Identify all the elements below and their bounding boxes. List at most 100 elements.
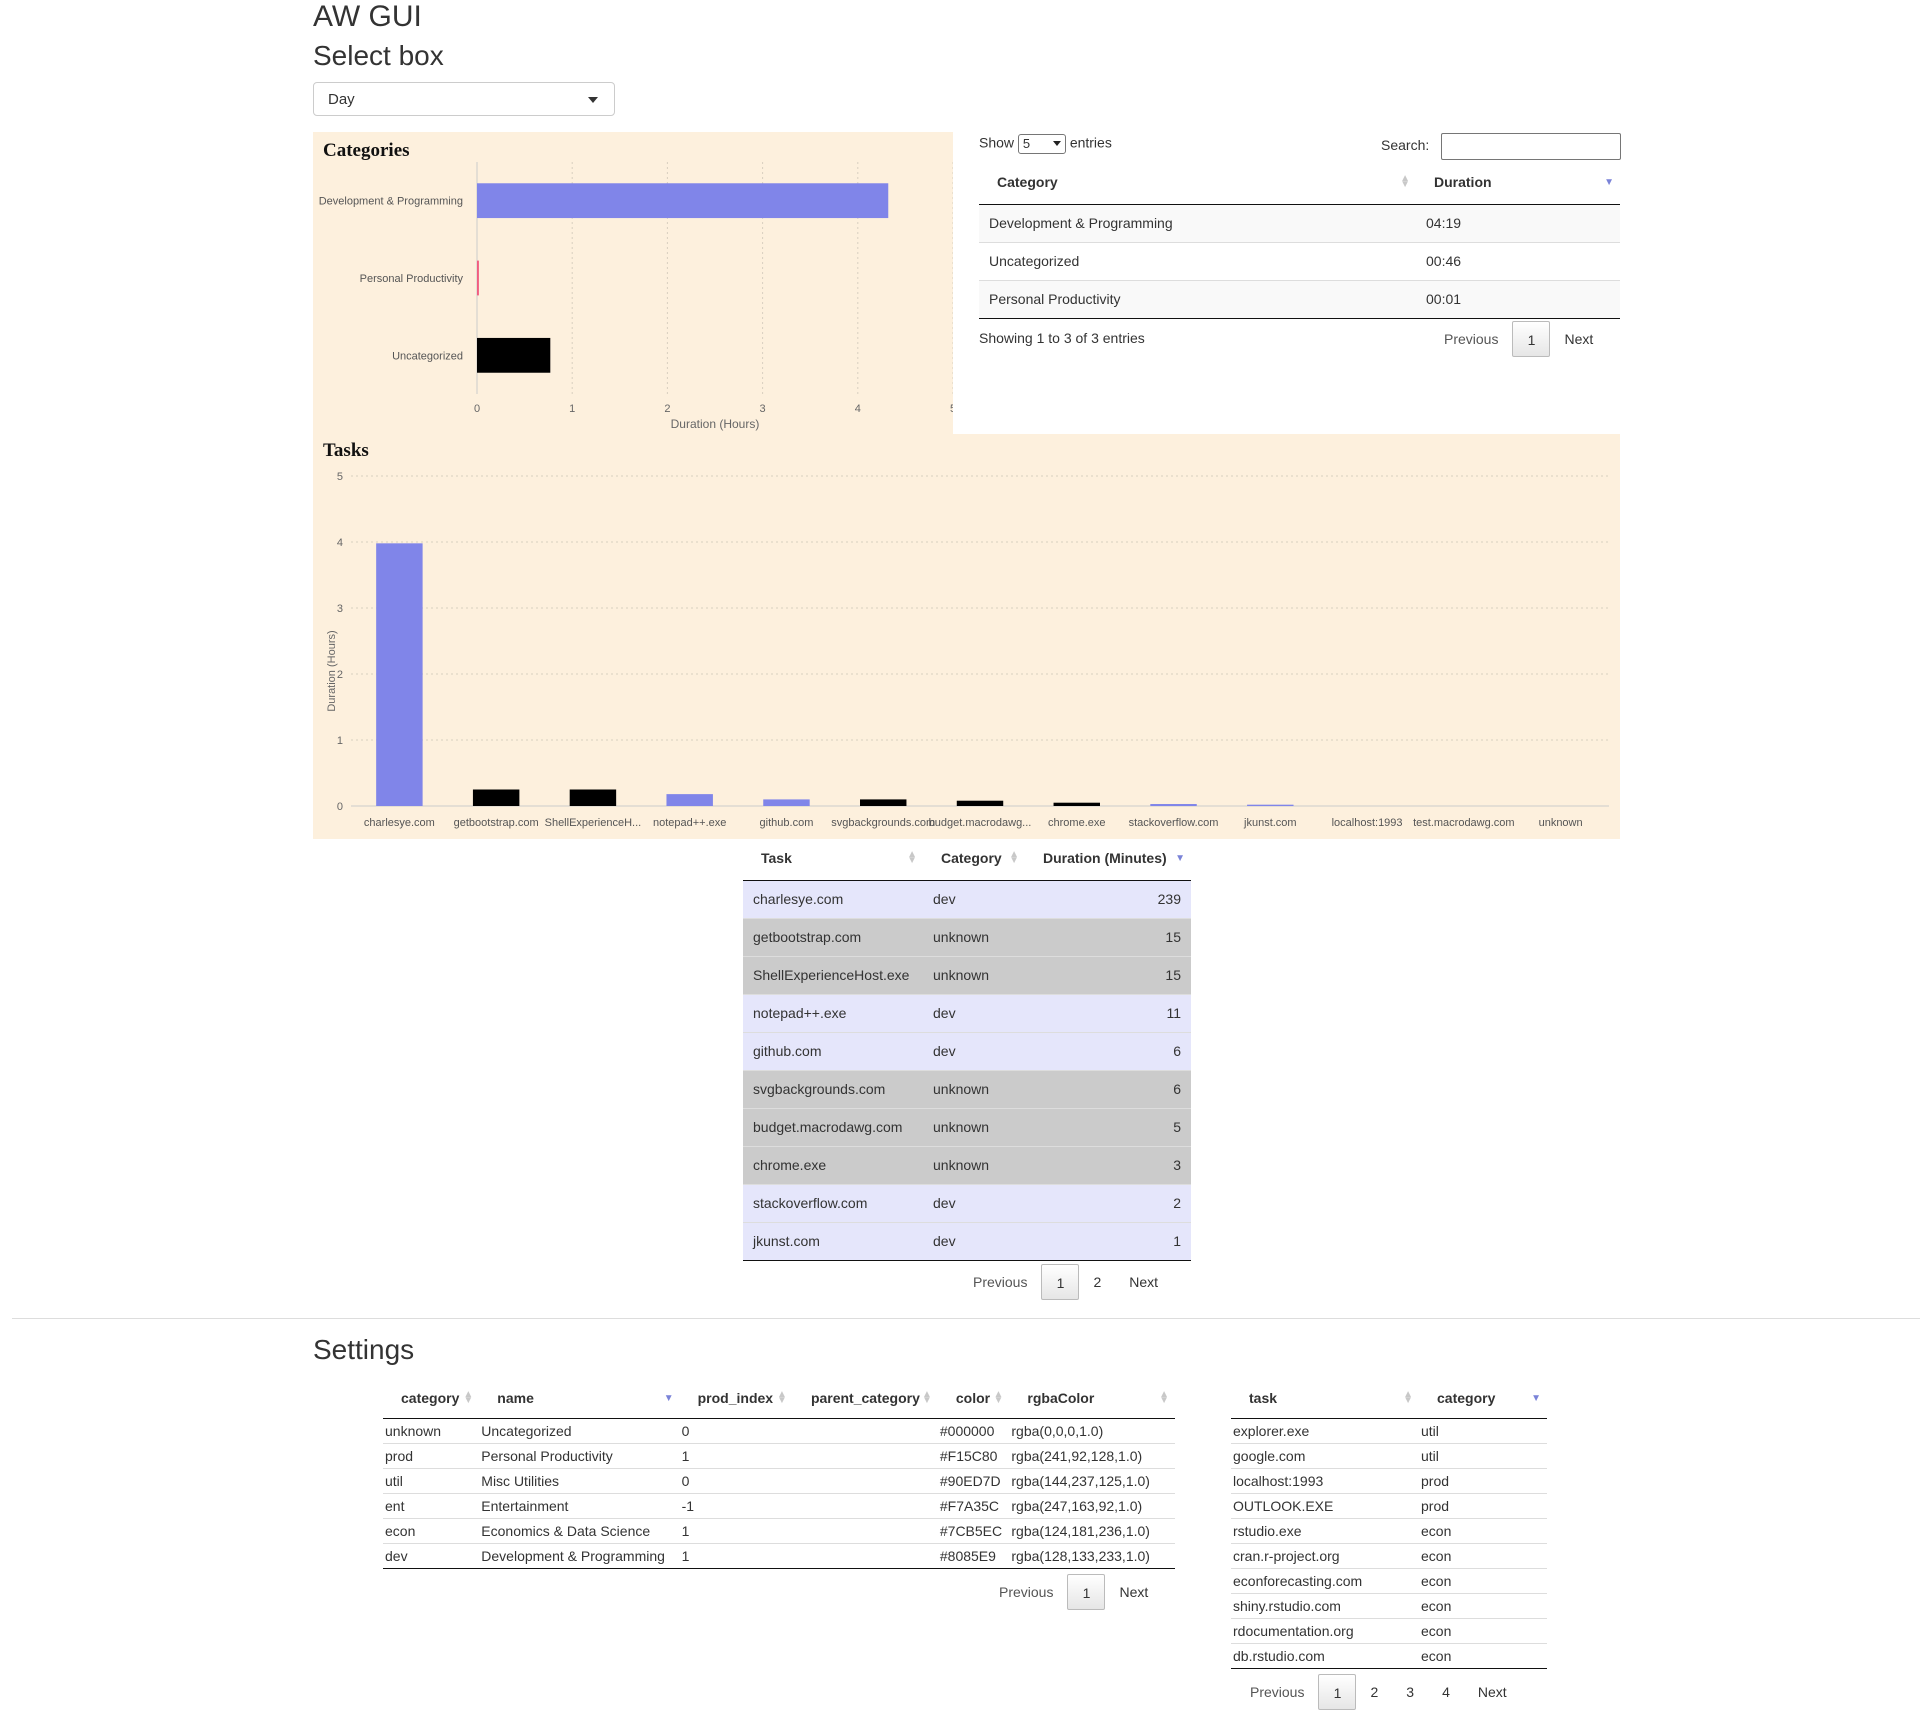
col-task-label: Task — [761, 849, 792, 866]
settings-task-cell: prod — [1419, 1467, 1547, 1493]
task-label: unknown — [1539, 817, 1583, 829]
entries-label: entries — [1069, 134, 1112, 151]
task-label: ShellExperienceH... — [545, 817, 642, 829]
next-button[interactable]: Next — [1115, 1264, 1172, 1300]
task-label: github.com — [760, 817, 814, 829]
category-bar — [477, 260, 479, 296]
page-4-button[interactable]: 4 — [1428, 1674, 1464, 1710]
page-1-button[interactable]: 1 — [1067, 1574, 1106, 1610]
settings-category-cell: util — [383, 1467, 480, 1493]
page-1-button[interactable]: 1 — [1512, 321, 1551, 357]
col-category[interactable]: category ▲ ▼ — [383, 1378, 480, 1419]
tasks-cell: dev — [923, 879, 1025, 918]
task-bar — [860, 799, 907, 806]
page-length-select[interactable]: 5 — [1017, 134, 1066, 154]
tasks-cell: dev — [923, 1183, 1025, 1222]
tasks-cell: charlesye.com — [743, 879, 923, 918]
table-row: chrome.exe unknown 3 — [743, 1145, 1191, 1184]
settings-tasks-pager: Previous 1 2 3 4 Next — [1236, 1674, 1521, 1710]
table-row: shiny.rstudio.com econ — [1231, 1592, 1547, 1618]
search-input[interactable] — [1441, 133, 1621, 160]
settings-category-cell: 1 — [679, 1542, 793, 1569]
col-name[interactable]: name ▼ — [479, 1378, 680, 1419]
settings-category-cell — [792, 1417, 938, 1443]
settings-category-cell — [792, 1517, 938, 1543]
table-row: charlesye.com dev 239 — [743, 879, 1191, 918]
settings-category-cell: #90ED7D — [937, 1467, 1010, 1493]
select-box-heading: Select box — [313, 40, 444, 71]
settings-task-cell: localhost:1993 — [1231, 1467, 1419, 1493]
table-row: stackoverflow.com dev 2 — [743, 1183, 1191, 1222]
col-task[interactable]: Task ▲ ▼ — [743, 836, 923, 881]
sort-both-icon: ▲ ▼ — [993, 1389, 1004, 1406]
col-color[interactable]: color ▲ ▼ — [937, 1378, 1010, 1419]
settings-category-cell: rgba(247,163,92,1.0) — [1009, 1492, 1175, 1518]
settings-task-cell: google.com — [1231, 1442, 1419, 1468]
settings-category-cell — [792, 1492, 938, 1518]
sort-desc-icon: ▼ — [1531, 1393, 1541, 1404]
categories-bar-chart: 0 1 2 3 4 5 Development & Programming Personal … — [319, 162, 953, 431]
settings-task-cell: prod — [1419, 1492, 1547, 1518]
tasks-cell: unknown — [923, 1069, 1025, 1108]
tasks-pager: Previous 1 2 Next — [959, 1264, 1172, 1300]
col-task-category[interactable]: Category ▲ ▼ — [923, 836, 1025, 881]
categories-cell: 04:19 — [1416, 203, 1620, 242]
task-bar — [666, 794, 713, 806]
page-1-button[interactable]: 1 — [1318, 1674, 1357, 1710]
col-task-category[interactable]: category ▼ — [1419, 1378, 1547, 1419]
settings-task-cell: cran.r-project.org — [1231, 1542, 1419, 1568]
task-label: stackoverflow.com — [1129, 817, 1219, 829]
col-color-label: color — [955, 1389, 991, 1406]
col-rgba-color-label: rgbaColor — [1027, 1389, 1095, 1406]
next-button[interactable]: Next — [1550, 321, 1607, 357]
sort-both-icon: ▲ ▼ — [1400, 173, 1410, 190]
col-prod-index[interactable]: prod_index ▲ ▼ — [679, 1378, 793, 1419]
category-bar — [477, 337, 551, 373]
settings-task-cell: econ — [1419, 1517, 1547, 1543]
chevron-down-icon — [588, 97, 598, 103]
col-prod-index-label: prod_index — [697, 1389, 774, 1406]
table-row: rstudio.exe econ — [1231, 1517, 1547, 1543]
settings-category-cell — [792, 1542, 938, 1569]
tasks-cell: 2 — [1025, 1183, 1191, 1222]
col-duration[interactable]: Duration ▼ — [1416, 160, 1620, 205]
categories-table: Category ▲ ▼ Duration ▼ Development & Progr… — [979, 160, 1620, 319]
page-3-button[interactable]: 3 — [1392, 1674, 1428, 1710]
period-select-value: Day — [328, 91, 355, 108]
previous-button[interactable]: Previous — [1236, 1674, 1318, 1710]
next-button[interactable]: Next — [1464, 1674, 1521, 1710]
tasks-cell: 15 — [1025, 917, 1191, 956]
previous-button[interactable]: Previous — [1430, 321, 1512, 357]
tasks-cell: 15 — [1025, 955, 1191, 994]
settings-task-cell: util — [1419, 1442, 1547, 1468]
y-tick-label: 3 — [337, 603, 343, 615]
task-label: charlesye.com — [364, 817, 435, 829]
table-row: prod Personal Productivity 1 #F15C80 rgba(24… — [383, 1442, 1175, 1468]
previous-button[interactable]: Previous — [985, 1574, 1067, 1610]
col-duration-minutes[interactable]: Duration (Minutes) ▼ — [1025, 836, 1191, 881]
x-axis-title: Duration (Hours) — [671, 417, 760, 431]
x-tick-label: 3 — [760, 403, 766, 415]
previous-button[interactable]: Previous — [959, 1264, 1041, 1300]
col-name-label: name — [497, 1389, 534, 1406]
page-1-button[interactable]: 1 — [1041, 1264, 1080, 1300]
task-bar — [1247, 804, 1294, 806]
col-task[interactable]: task ▲ ▼ — [1231, 1378, 1419, 1419]
settings-category-cell: rgba(124,181,236,1.0) — [1009, 1517, 1175, 1543]
tasks-chart-panel: Tasks 0 1 2 3 4 5 charlesye.com getbootstrap.co… — [313, 434, 1620, 839]
settings-task-cell: econ — [1419, 1592, 1547, 1618]
y-tick-label: 1 — [337, 735, 343, 747]
tasks-cell: ShellExperienceHost.exe — [743, 955, 923, 994]
tasks-cell: dev — [923, 1221, 1025, 1261]
period-select[interactable]: Day — [313, 82, 615, 116]
col-rgba-color[interactable]: rgbaColor ▲ ▼ — [1009, 1378, 1175, 1419]
settings-task-cell: util — [1419, 1417, 1547, 1443]
sort-both-icon: ▲ ▼ — [463, 1389, 474, 1406]
page-2-button[interactable]: 2 — [1079, 1264, 1115, 1300]
col-category[interactable]: Category ▲ ▼ — [979, 160, 1416, 205]
page-2-button[interactable]: 2 — [1356, 1674, 1392, 1710]
col-parent-category[interactable]: parent_category ▲ ▼ — [792, 1378, 938, 1419]
task-bar — [1150, 804, 1197, 806]
categories-chart-panel: Categories 012345Development & Programmi… — [313, 132, 953, 434]
next-button[interactable]: Next — [1105, 1574, 1162, 1610]
